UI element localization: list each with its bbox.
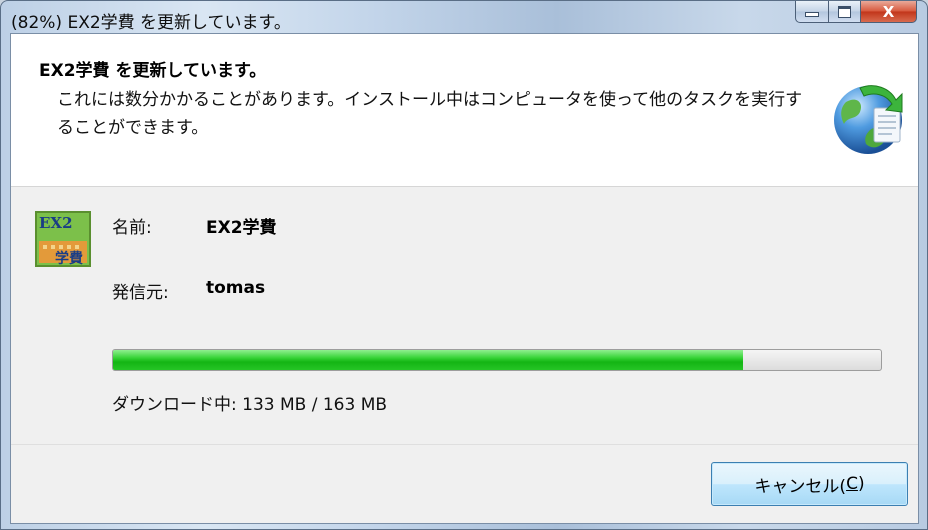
details-area: EX2 学費 名前: EX2学費 発信元: tomas ダウンロード中: 133… [11, 187, 918, 443]
download-progress-bar [112, 349, 882, 371]
header-description: これには数分かかることがあります。インストール中はコンピュータを使って他のタスク… [57, 90, 803, 138]
caption-buttons: X [795, 1, 917, 25]
window-title: (82%) EX2学費 を更新しています。 [11, 13, 291, 33]
dialog-client-area: EX2学費 を更新しています。 これには数分かかることがあります。インストール中… [10, 33, 919, 524]
publisher-label: 発信元: [112, 283, 169, 303]
installer-window: (82%) EX2学費 を更新しています。 X EX2学費 を更新しています。 … [0, 0, 928, 530]
cancel-label-suffix: ) [857, 474, 865, 494]
progress-fill [113, 350, 743, 370]
name-value: EX2学費 [206, 218, 277, 238]
close-button[interactable]: X [861, 1, 917, 23]
svg-text:学費: 学費 [55, 250, 83, 267]
dialog-header: EX2学費 を更新しています。 これには数分かかることがあります。インストール中… [11, 34, 918, 187]
minimize-button[interactable] [795, 1, 829, 23]
dialog-footer: キャンセル(C) [11, 444, 918, 523]
globe-update-icon [834, 85, 903, 154]
cancel-button[interactable]: キャンセル(C) [711, 462, 908, 506]
maximize-icon [838, 5, 851, 18]
title-bar[interactable]: (82%) EX2学費 を更新しています。 X [1, 1, 927, 33]
cancel-label-prefix: キャンセル( [754, 476, 847, 497]
publisher-value: tomas [206, 278, 266, 298]
maximize-button[interactable] [829, 1, 861, 23]
download-status: ダウンロード中: 133 MB / 163 MB [112, 395, 388, 415]
name-label: 名前: [112, 218, 152, 238]
svg-text:EX2: EX2 [39, 214, 73, 232]
app-icon: EX2 学費 [35, 211, 91, 267]
header-title: EX2学費 を更新しています。 [39, 61, 267, 81]
minimize-icon [805, 12, 819, 17]
close-icon: X [882, 2, 895, 21]
cancel-accesskey: C [846, 474, 858, 494]
